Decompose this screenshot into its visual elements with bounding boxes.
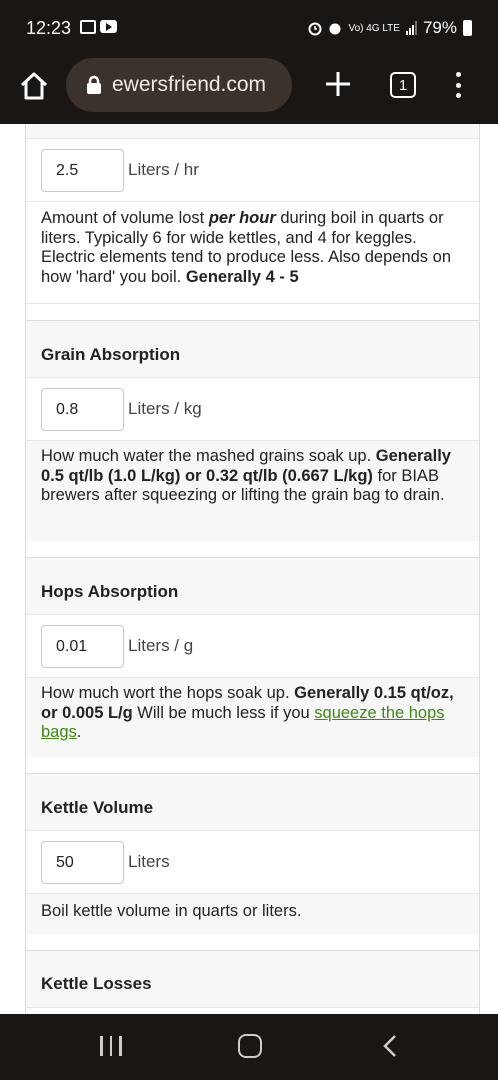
- section-divider: [25, 304, 480, 320]
- youtube-icon: [100, 20, 117, 33]
- kettle-volume-section: Kettle Volume Liters Boil kettle volume …: [25, 773, 480, 950]
- boiloff-unit: Liters / hr: [128, 160, 199, 179]
- hops-description: How much wort the hops soak up. Generall…: [41, 684, 454, 741]
- hops-unit: Liters / g: [128, 636, 194, 655]
- kettle-description: Boil kettle volume in quarts or liters.: [41, 902, 302, 920]
- browser-toolbar: ewersfriend.com 1: [0, 56, 498, 124]
- boiloff-section: Liters / hr Amount of volume lost per ho…: [25, 124, 480, 304]
- kettle-unit: Liters: [128, 852, 170, 871]
- kettle-input-row: Liters: [26, 830, 479, 894]
- status-bar: 12:23 Vo) 4G LTE 79%: [0, 0, 498, 56]
- section-divider: [25, 541, 480, 557]
- lock-icon: [87, 75, 101, 94]
- alarm-icon: [308, 22, 322, 36]
- section-divider: [25, 934, 480, 950]
- home-button[interactable]: [238, 1034, 262, 1058]
- recent-apps-button[interactable]: [100, 1036, 122, 1056]
- battery-icon: [463, 20, 472, 36]
- hops-absorption-title: Hops Absorption: [41, 582, 179, 601]
- status-indicators: Vo) 4G LTE 79%: [308, 18, 472, 38]
- back-button[interactable]: [382, 1034, 398, 1058]
- kettle-losses-input-row: [26, 1007, 479, 1014]
- url-bar[interactable]: ewersfriend.com: [66, 58, 292, 112]
- grain-description: How much water the mashed grains soak up…: [41, 447, 451, 504]
- url-text: ewersfriend.com: [112, 73, 267, 96]
- page-content: Liters / hr Amount of volume lost per ho…: [0, 124, 498, 1014]
- boiloff-input-row: Liters / hr: [26, 138, 479, 202]
- boiloff-input[interactable]: [41, 149, 124, 192]
- grain-unit: Liters / kg: [128, 399, 202, 418]
- kettle-volume-title: Kettle Volume: [41, 798, 154, 817]
- system-nav-bar: [0, 1014, 498, 1080]
- tab-switcher-button[interactable]: 1: [390, 72, 416, 98]
- menu-icon[interactable]: [452, 70, 464, 100]
- section-divider: [25, 757, 480, 773]
- alarm-clock-icon: [329, 23, 341, 35]
- status-time: 12:23: [26, 18, 72, 38]
- calendar-icon: [80, 20, 96, 34]
- boiloff-description: Amount of volume lost per hour during bo…: [41, 209, 451, 286]
- hops-absorption-input[interactable]: [41, 625, 124, 668]
- hops-absorption-section: Hops Absorption Liters / g How much wort…: [25, 557, 480, 773]
- kettle-volume-input[interactable]: [41, 841, 124, 884]
- home-icon[interactable]: [18, 70, 50, 102]
- grain-absorption-section: Grain Absorption Liters / kg How much wa…: [25, 320, 480, 557]
- grain-absorption-title: Grain Absorption: [41, 345, 181, 364]
- hops-input-row: Liters / g: [26, 614, 479, 678]
- battery-percent: 79%: [422, 18, 457, 37]
- new-tab-button[interactable]: [324, 70, 352, 98]
- signal-icon: [405, 21, 417, 35]
- boiloff-description-row: Amount of volume lost per hour during bo…: [26, 202, 479, 304]
- network-type: Vo) 4G LTE: [348, 22, 400, 34]
- grain-input-row: Liters / kg: [26, 377, 479, 441]
- kettle-losses-section: Kettle Losses: [25, 950, 480, 1014]
- kettle-losses-title: Kettle Losses: [41, 974, 152, 993]
- grain-absorption-input[interactable]: [41, 388, 124, 431]
- notification-icons: [80, 20, 117, 34]
- tab-count: 1: [398, 76, 408, 94]
